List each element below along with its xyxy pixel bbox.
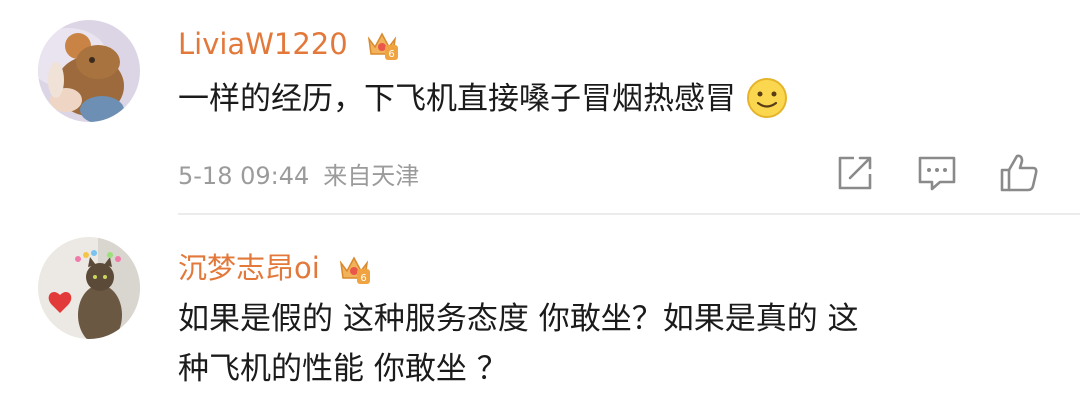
comment-text-content: 一样的经历，下飞机直接嗓子冒烟热感冒 — [178, 81, 736, 117]
comment-actions — [0, 150, 1080, 196]
comment-text-line: 种飞机的性能 你敢坐 ？ — [178, 351, 508, 387]
avatar[interactable] — [38, 20, 140, 122]
avatar-image — [38, 237, 140, 339]
vip-crown-icon: 6 — [339, 256, 371, 284]
comment-text: 一样的经历，下飞机直接嗓子冒烟热感冒 — [178, 76, 1048, 122]
comment-text: 如果是假的 这种服务态度 你敢坐？如果是真的 这 种飞机的性能 你敢坐 ？ — [178, 294, 859, 394]
share-icon[interactable] — [832, 150, 878, 196]
svg-text:6: 6 — [388, 49, 394, 60]
username[interactable]: 沉梦志昂oi 6 — [178, 248, 371, 286]
smiley-face-icon — [747, 77, 787, 118]
comment-icon[interactable] — [914, 150, 960, 196]
comment-text-line: 如果是假的 这种服务态度 你敢坐？如果是真的 这 — [178, 301, 859, 337]
avatar-image — [38, 20, 140, 122]
comment-item: LiviaW1220 6 一样的经历，下飞机直接嗓子冒烟热感冒 5-18 09:… — [0, 0, 1080, 213]
like-icon[interactable] — [996, 150, 1042, 196]
avatar[interactable] — [38, 237, 140, 339]
vip-crown-icon: 6 — [367, 32, 398, 60]
username-text[interactable]: LiviaW1220 — [178, 27, 348, 61]
svg-text:6: 6 — [360, 273, 366, 284]
username[interactable]: LiviaW1220 6 — [178, 24, 399, 62]
username-text[interactable]: 沉梦志昂oi — [178, 251, 320, 285]
